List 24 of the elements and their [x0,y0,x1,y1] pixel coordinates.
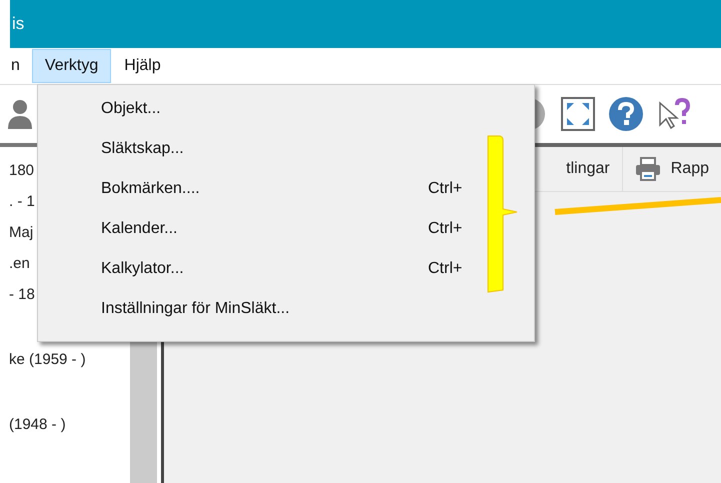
help-icon[interactable] [609,97,643,131]
tree-item[interactable]: (1948 - ) [0,409,66,440]
tree-item[interactable]: - 18 [0,279,35,310]
tree-item[interactable]: ke (1959 - ) [0,344,86,375]
menu-option[interactable]: Objekt... [38,89,534,129]
printer-icon [634,157,661,181]
tree-item[interactable]: . - 1 [0,186,35,217]
menu-option[interactable]: Släktskap... [38,129,534,169]
menu-item[interactable]: n [0,49,32,83]
tree-item[interactable]: 180 [0,155,34,186]
person-icon[interactable] [8,99,32,129]
window-title: is [11,14,24,34]
menu-option[interactable]: Kalkylator... Ctrl+ [38,249,534,289]
menu-option[interactable]: Kalender... Ctrl+ [38,209,534,249]
pointer-help-icon[interactable] [657,97,691,131]
menu-option[interactable]: Inställningar för MinSläkt... [38,289,534,329]
toolbar-button[interactable]: Rapp [622,147,721,191]
toolbar-button[interactable]: tlingar [554,147,622,191]
tree-item[interactable]: .en [0,248,30,279]
tree-item[interactable]: Maj [0,217,34,248]
fullscreen-icon[interactable] [561,97,595,131]
menu-item[interactable]: Hjälp [111,49,174,83]
menu-option[interactable]: Bokmärken.... Ctrl+ [38,169,534,209]
menu-item[interactable]: Verktyg [32,49,112,83]
